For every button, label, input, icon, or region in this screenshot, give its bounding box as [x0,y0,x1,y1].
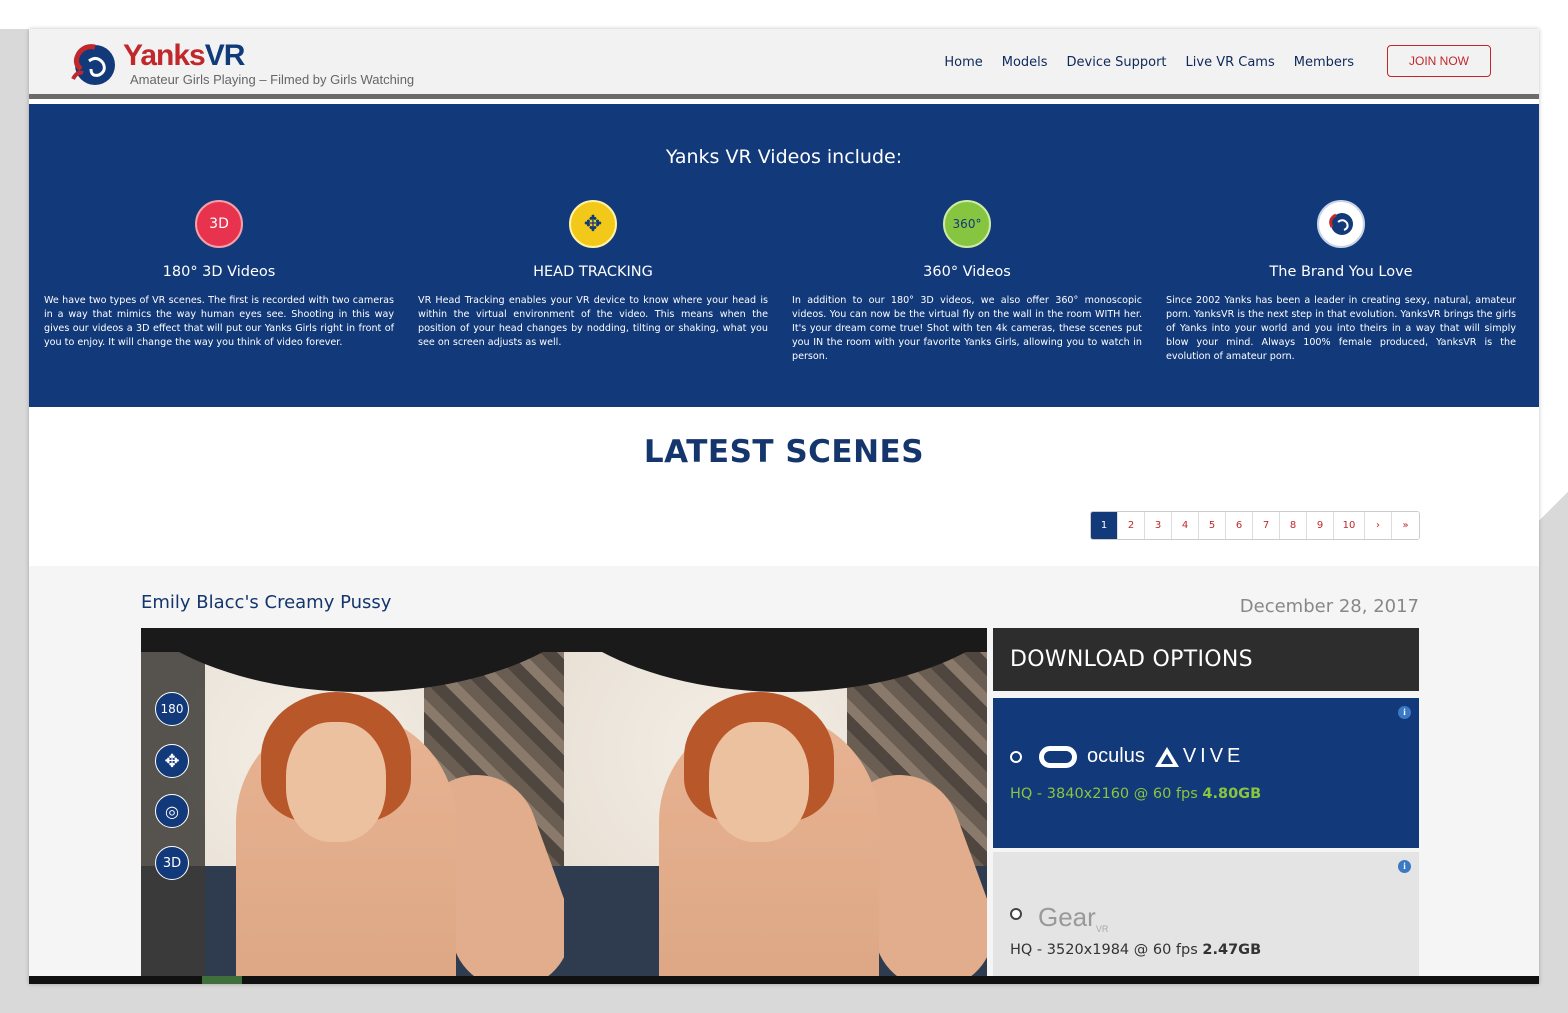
vive-text: VIVE [1182,745,1245,767]
brand-logo-icon [1317,200,1365,248]
nav-live-vr-cams[interactable]: Live VR Cams [1186,55,1275,70]
scene-card: Emily Blacc's Creamy Pussy December 28, … [29,566,1539,984]
download-option-oculus-vive[interactable]: i oculus VIVE HQ - 3840x2160 @ 60 fps 4.… [993,698,1419,848]
tagline: Amateur Girls Playing – Filmed by Girls … [130,72,415,87]
feature-title: 180° 3D Videos [162,264,276,280]
radio-button[interactable] [1010,908,1022,920]
3d-icon: 3D [195,200,243,248]
page-link[interactable]: 5 [1199,512,1226,539]
feature-3d: 3D 180° 3D Videos We have two types of V… [44,200,394,350]
gear-vr-sub: VR [1095,924,1109,935]
180-icon: 180 [155,692,189,726]
gear-text: Gear [1038,902,1096,932]
window-top-margin [0,0,1568,29]
features-title: Yanks VR Videos include: [665,146,903,168]
page-link[interactable]: 6 [1226,512,1253,539]
feature-text: Since 2002 Yanks has been a leader in cr… [1166,295,1516,362]
quality-text: HQ - 3520x1984 @ 60 fps [1010,942,1198,958]
radio-button[interactable] [1010,751,1022,763]
scene-date: December 28, 2017 [1239,596,1419,617]
head-tracking-icon: ✥ [569,200,617,248]
bottom-bar-indicator [202,976,242,984]
main-nav: Home Models Device Support Live VR Cams … [944,55,1354,70]
site-header: YanksVR Amateur Girls Playing – Filmed b… [29,29,1539,99]
nav-device-support[interactable]: Device Support [1067,55,1167,70]
browser-page: YanksVR Amateur Girls Playing – Filmed b… [29,29,1539,984]
quality-text: HQ - 3840x2160 @ 60 fps [1010,786,1198,802]
latest-scenes-title: LATEST SCENES [643,434,925,470]
vive-label: VIVE [1154,745,1245,768]
yanks-logo-icon[interactable] [67,39,119,89]
file-size: 4.80GB [1202,786,1262,802]
headphones-icon: ◎ [155,794,189,828]
3d-icon: 3D [155,846,189,880]
feature-brand: The Brand You Love Since 2002 Yanks has … [1166,200,1516,364]
nav-members[interactable]: Members [1294,55,1354,70]
pagination: 1 2 3 4 5 6 7 8 9 10 › » [1090,511,1420,540]
feature-title: HEAD TRACKING [533,264,653,280]
oculus-label: oculus [1087,745,1145,767]
download-option-gear-vr[interactable]: i GearVR HQ - 3520x1984 @ 60 fps 2.47GB [993,852,1419,984]
page-link[interactable]: 8 [1280,512,1307,539]
download-options: DOWNLOAD OPTIONS i oculus VIVE HQ - 3840… [993,628,1419,984]
features-section: Yanks VR Videos include: 3D 180° 3D Vide… [29,104,1539,407]
download-options-heading: DOWNLOAD OPTIONS [993,628,1419,691]
brand-main-text: Yanks [123,39,206,72]
nav-models[interactable]: Models [1002,55,1048,70]
last-page-button[interactable]: » [1392,512,1419,539]
page-link[interactable]: 3 [1145,512,1172,539]
device-logos: oculus VIVE [1039,745,1244,768]
oculus-logo-icon [1039,745,1077,768]
feature-text: We have two types of VR scenes. The firs… [44,295,394,348]
bottom-bar [29,976,1539,984]
page-link[interactable]: 7 [1253,512,1280,539]
info-icon[interactable]: i [1398,706,1411,719]
page-link[interactable]: 10 [1334,512,1365,539]
feature-text: VR Head Tracking enables your VR device … [418,295,768,348]
brand-vr-text: VR [204,39,246,72]
feature-text: In addition to our 180° 3D videos, we al… [792,295,1142,362]
brand-name[interactable]: YanksVR [123,39,246,73]
window-right-margin [1539,0,1568,1013]
feature-head-tracking: ✥ HEAD TRACKING VR Head Tracking enables… [418,200,768,350]
gear-vr-logo: GearVR [1038,902,1108,934]
feature-title: The Brand You Love [1269,264,1413,280]
360-icon: 360° [943,200,991,248]
brand-swirl-icon [1329,213,1353,235]
option-quality: HQ - 3840x2160 @ 60 fps 4.80GB [1010,786,1261,802]
scene-title[interactable]: Emily Blacc's Creamy Pussy [141,592,391,613]
file-size: 2.47GB [1202,942,1262,958]
scene-preview[interactable]: 180 ✥ ◎ 3D [141,628,987,984]
preview-right-eye [564,652,987,984]
page-link[interactable]: 2 [1118,512,1145,539]
nav-home[interactable]: Home [944,55,982,70]
preview-left-eye [141,652,564,984]
page-link[interactable]: 9 [1307,512,1334,539]
info-icon[interactable]: i [1398,860,1411,873]
page-link[interactable]: 1 [1091,512,1118,539]
join-now-button[interactable]: JOIN NOW [1387,45,1491,77]
next-page-button[interactable]: › [1365,512,1392,539]
vive-logo-icon [1154,746,1179,767]
page-link[interactable]: 4 [1172,512,1199,539]
feature-360: 360° 360° Videos In addition to our 180°… [792,200,1142,364]
head-tracking-icon: ✥ [155,744,189,778]
option-quality: HQ - 3520x1984 @ 60 fps 2.47GB [1010,942,1261,958]
feature-title: 360° Videos [923,264,1011,280]
